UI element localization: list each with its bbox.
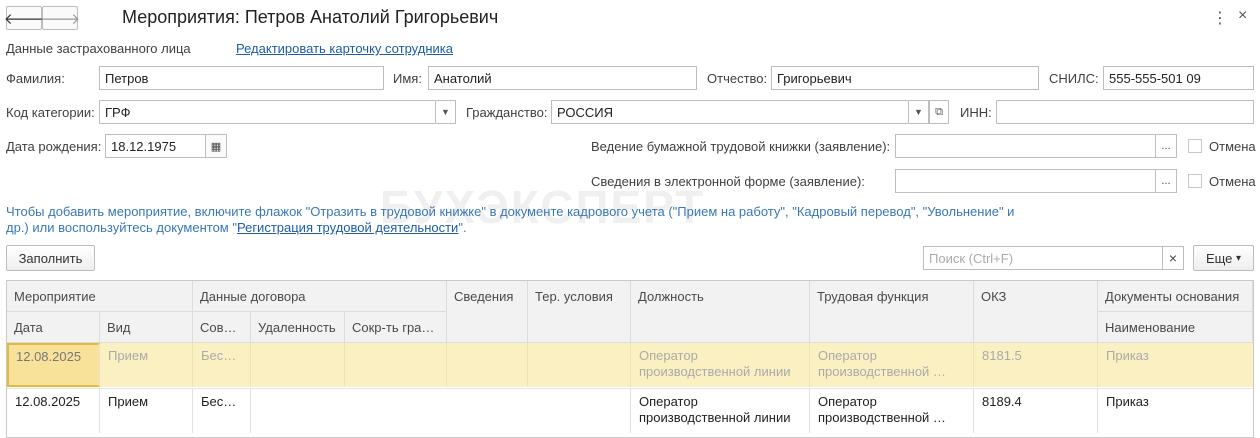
category-field[interactable]: ГРФ (99, 100, 436, 124)
arrow-left-icon: 🡐 (3, 10, 45, 28)
electronic-form-label: Сведения в электронной форме (заявление)… (591, 174, 865, 189)
snils-label: СНИЛС: (1049, 71, 1099, 86)
more-button[interactable]: Еще ▾ (1193, 245, 1254, 271)
category-label: Код категории: (6, 105, 95, 120)
citizenship-dropdown-button[interactable]: ▼ (909, 100, 929, 124)
header-kind[interactable]: Вид (100, 312, 193, 343)
cell-document[interactable]: Приказ (1098, 389, 1253, 433)
electronic-cancel-checkbox[interactable] (1188, 174, 1202, 188)
last-name-field[interactable]: Петров (99, 66, 384, 90)
cell-reduced-hours[interactable] (345, 343, 447, 387)
cell-terr-conditions[interactable] (528, 389, 631, 433)
cell-document[interactable]: Приказ (1098, 343, 1253, 387)
clear-search-button[interactable]: × (1162, 246, 1184, 270)
citizenship-open-button[interactable]: ⧉ (929, 100, 949, 124)
insured-section-label: Данные застрахованного лица (6, 41, 191, 56)
header-okz[interactable]: ОКЗ (974, 281, 1098, 343)
citizenship-field[interactable]: РОССИЯ (551, 100, 909, 124)
cell-reduced-hours[interactable] (345, 389, 447, 433)
snils-field[interactable]: 555-555-501 09 (1103, 66, 1254, 90)
cell-labor-function[interactable]: Оператор производственной … (810, 389, 974, 433)
table-row[interactable]: 12.08.2025 Прием Бес… Оператор производс… (7, 343, 1253, 387)
header-date[interactable]: Дата (7, 312, 100, 343)
chevron-down-icon: ▼ (914, 107, 923, 117)
cell-okz[interactable]: 8181.5 (974, 343, 1098, 387)
last-name-label: Фамилия: (6, 71, 65, 86)
forward-button[interactable]: 🡒 (39, 6, 81, 30)
paper-cancel-label: Отмена (1209, 139, 1256, 154)
table-row[interactable]: 12.08.2025 Прием Бес… Оператор производс… (7, 388, 1253, 433)
open-form-icon: ⧉ (935, 105, 943, 118)
more-menu-icon[interactable]: ⋮ (1212, 8, 1228, 28)
cell-terr-conditions[interactable] (528, 343, 631, 387)
header-remote[interactable]: Удаленность (251, 312, 345, 343)
cell-date[interactable]: 12.08.2025 (7, 389, 100, 433)
arrow-right-icon: 🡒 (39, 10, 81, 28)
header-contract[interactable]: Данные договора (193, 281, 447, 312)
edit-employee-card-link[interactable]: Редактировать карточку сотрудника (236, 41, 453, 56)
birth-date-field[interactable]: 18.12.1975 (105, 134, 206, 158)
cell-remote[interactable] (251, 389, 345, 433)
events-table: Мероприятие Данные договора Сведения Тер… (6, 280, 1254, 438)
header-combination[interactable]: Сов… (193, 312, 251, 343)
calendar-button[interactable]: ▦ (205, 134, 227, 158)
chevron-down-icon: ▼ (441, 107, 450, 117)
header-document-name[interactable]: Наименование (1098, 312, 1253, 343)
category-dropdown-button[interactable]: ▼ (436, 100, 456, 124)
paper-cancel-checkbox[interactable] (1188, 139, 1202, 153)
cell-kind[interactable]: Прием (100, 389, 193, 433)
header-event[interactable]: Мероприятие (7, 281, 193, 312)
calendar-icon: ▦ (210, 140, 222, 153)
close-icon[interactable]: × (1238, 7, 1247, 25)
cell-combination[interactable]: Бес… (193, 343, 251, 387)
birth-date-label: Дата рождения: (6, 139, 102, 154)
back-button[interactable]: 🡐 (3, 6, 45, 30)
cell-okz[interactable]: 8189.4 (974, 389, 1098, 433)
patronymic-field[interactable]: Григорьевич (771, 66, 1039, 90)
inn-field[interactable] (996, 100, 1254, 124)
patronymic-label: Отчество: (707, 71, 768, 86)
cell-remote[interactable] (251, 343, 345, 387)
header-info[interactable]: Сведения (447, 281, 528, 343)
cell-info[interactable] (447, 389, 528, 433)
cell-info[interactable] (447, 343, 528, 387)
cell-position[interactable]: Оператор производственной линии (631, 343, 810, 387)
first-name-field[interactable]: Анатолий (428, 66, 697, 90)
fill-button[interactable]: Заполнить (6, 245, 95, 271)
page-title: Мероприятия: Петров Анатолий Григорьевич (122, 7, 499, 27)
electronic-form-select-button[interactable]: ... (1155, 169, 1177, 193)
header-labor-function[interactable]: Трудовая функция (810, 281, 974, 343)
cell-combination[interactable]: Бес… (193, 389, 251, 433)
search-input[interactable]: Поиск (Ctrl+F) (923, 246, 1163, 270)
paper-workbook-label: Ведение бумажной трудовой книжки (заявле… (591, 139, 891, 154)
cell-labor-function[interactable]: Оператор производственной … (810, 343, 974, 387)
header-position[interactable]: Должность (631, 281, 810, 343)
header-base-documents[interactable]: Документы основания (1098, 281, 1253, 312)
paper-workbook-field[interactable] (895, 134, 1156, 158)
header-terr-conditions[interactable]: Тер. условия (528, 281, 631, 343)
cell-date[interactable]: 12.08.2025 (7, 343, 100, 387)
hint-text: Чтобы добавить мероприятие, включите фла… (6, 204, 1015, 235)
electronic-cancel-label: Отмена (1209, 174, 1256, 189)
cell-position[interactable]: Оператор производственной линии (631, 389, 810, 433)
first-name-label: Имя: (393, 71, 422, 86)
cell-kind[interactable]: Прием (100, 343, 193, 387)
paper-workbook-select-button[interactable]: ... (1155, 134, 1177, 158)
header-reduced-hours[interactable]: Сокр-ть гра… (345, 312, 447, 343)
citizenship-label: Гражданство: (466, 105, 548, 120)
inn-label: ИНН: (960, 105, 992, 120)
registration-document-link[interactable]: Регистрация трудовой деятельности (237, 220, 458, 235)
chevron-down-icon: ▾ (1236, 252, 1242, 264)
electronic-form-field[interactable] (895, 169, 1156, 193)
